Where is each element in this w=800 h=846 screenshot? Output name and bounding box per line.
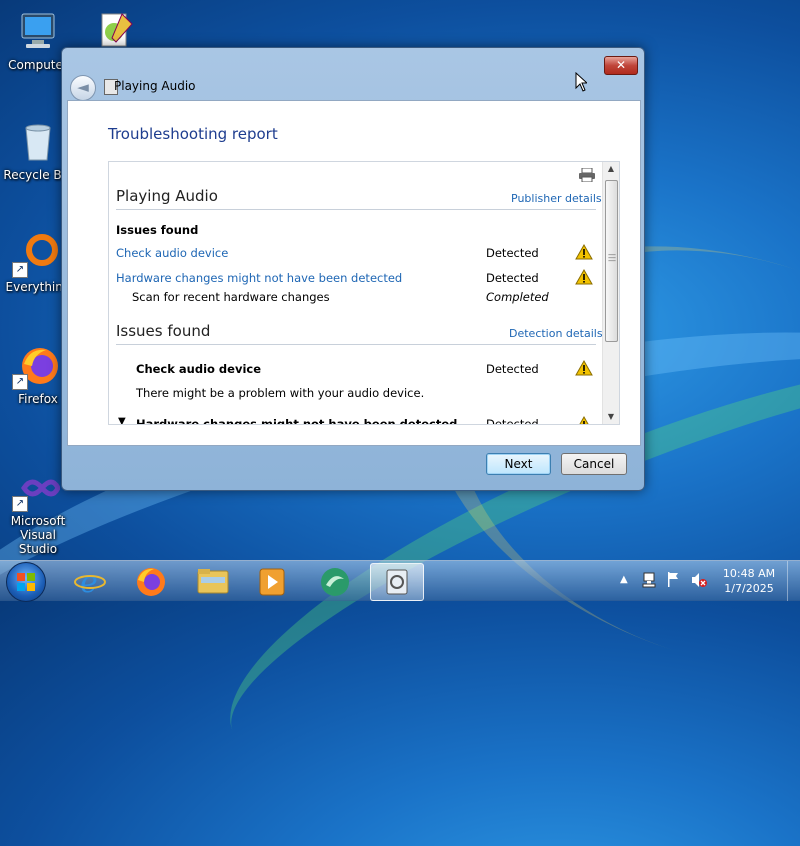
report-panel: Playing Audio Publisher details Issues f…: [108, 161, 620, 425]
taskbar-media-player[interactable]: [246, 563, 298, 599]
mouse-cursor-icon: [575, 71, 589, 95]
firefox-icon: [137, 568, 165, 596]
recycle-bin-icon: [16, 120, 60, 164]
shortcut-arrow-icon: ↗: [12, 374, 28, 390]
shortcut-arrow-icon: ↗: [12, 496, 28, 512]
section-title: Issues found: [116, 322, 211, 340]
media-player-icon: [259, 568, 285, 596]
issue-detail-title: Hardware changes might not have been det…: [136, 417, 458, 425]
warning-icon: [575, 415, 593, 424]
grip-icon: — — —: [608, 250, 616, 265]
issues-found-label: Issues found: [116, 223, 199, 237]
divider: [116, 344, 596, 345]
taskbar-firefox[interactable]: [124, 563, 176, 599]
issue-detail-title: Check audio device: [136, 362, 262, 376]
back-button[interactable]: ◄: [70, 75, 96, 101]
firefox-icon: ↗: [12, 344, 60, 390]
taskbar-internet-explorer[interactable]: e: [64, 563, 116, 600]
window-title: Playing Audio: [114, 79, 196, 93]
clock-date: 1/7/2025: [724, 582, 774, 595]
sub-action-label: Scan for recent hardware changes: [132, 290, 330, 304]
close-button[interactable]: ✕: [604, 56, 638, 75]
network-icon[interactable]: [642, 571, 658, 611]
printer-icon[interactable]: [579, 167, 595, 183]
issue-status: Detected: [486, 362, 539, 376]
detection-details-link[interactable]: Detection details: [509, 327, 603, 340]
troubleshooter-window: ◄ Playing Audio ✕ Troubleshooting report…: [61, 47, 645, 491]
expand-arrow-icon[interactable]: ▼: [118, 416, 126, 424]
desktop-icon-label: Microsoft Visual Studio: [10, 514, 66, 556]
warning-icon: [575, 268, 593, 285]
issue-description: There might be a problem with your audio…: [136, 386, 425, 400]
everything-search-icon: ↗: [12, 232, 60, 278]
taskbar-green-app[interactable]: [308, 563, 360, 599]
divider: [116, 209, 596, 210]
scroll-thumb[interactable]: — — —: [605, 180, 618, 342]
volume-muted-icon[interactable]: [690, 571, 708, 611]
close-icon: ✕: [615, 58, 627, 72]
vertical-scrollbar[interactable]: ▲ — — — ▼: [602, 162, 619, 424]
folder-icon: [197, 569, 229, 594]
issue-status: Detected: [486, 271, 539, 285]
taskbar-troubleshooter[interactable]: [370, 563, 424, 601]
taskbar: e ▲ 10:48 AM 1/7/2025: [0, 560, 800, 602]
scroll-up-arrow-icon[interactable]: ▲: [603, 162, 619, 176]
page-title: Troubleshooting report: [108, 125, 278, 143]
computer-icon: [16, 10, 60, 54]
windows-logo-icon: [17, 573, 35, 591]
back-arrow-icon: ◄: [77, 78, 89, 96]
svg-text:e: e: [80, 565, 98, 599]
issue-status: Detected: [486, 417, 539, 425]
section-title: Playing Audio: [116, 187, 218, 205]
shortcut-arrow-icon: ↗: [12, 262, 28, 278]
green-app-icon: [321, 568, 349, 596]
troubleshooter-app-icon: [386, 569, 408, 595]
cancel-button[interactable]: Cancel: [561, 453, 627, 475]
taskbar-file-explorer[interactable]: [186, 563, 238, 599]
warning-icon: [575, 359, 593, 376]
publisher-details-link[interactable]: Publisher details: [511, 192, 602, 205]
show-hidden-icons-arrow[interactable]: ▲: [620, 574, 628, 614]
title-bar: ◄ Playing Audio ✕: [62, 48, 644, 101]
show-desktop-button[interactable]: [787, 561, 800, 601]
action-center-flag-icon[interactable]: [666, 571, 680, 611]
dialog-content: Troubleshooting report Playing Audio Pub…: [67, 100, 641, 446]
visual-studio-icon: ↗: [12, 466, 61, 512]
sub-action-status: Completed: [486, 290, 549, 304]
clock-time: 10:48 AM: [722, 567, 776, 580]
issue-status: Detected: [486, 246, 539, 260]
issue-link-hardware-changes[interactable]: Hardware changes might not have been det…: [116, 271, 402, 285]
system-clock[interactable]: 10:48 AM 1/7/2025: [718, 566, 780, 596]
issue-link-check-audio[interactable]: Check audio device: [116, 246, 228, 260]
scroll-down-arrow-icon[interactable]: ▼: [603, 410, 619, 424]
start-button[interactable]: [6, 562, 46, 602]
next-button[interactable]: Next: [486, 453, 551, 475]
internet-explorer-icon: e: [74, 565, 106, 600]
warning-icon: [575, 243, 593, 260]
dialog-footer: Next Cancel: [67, 445, 639, 485]
